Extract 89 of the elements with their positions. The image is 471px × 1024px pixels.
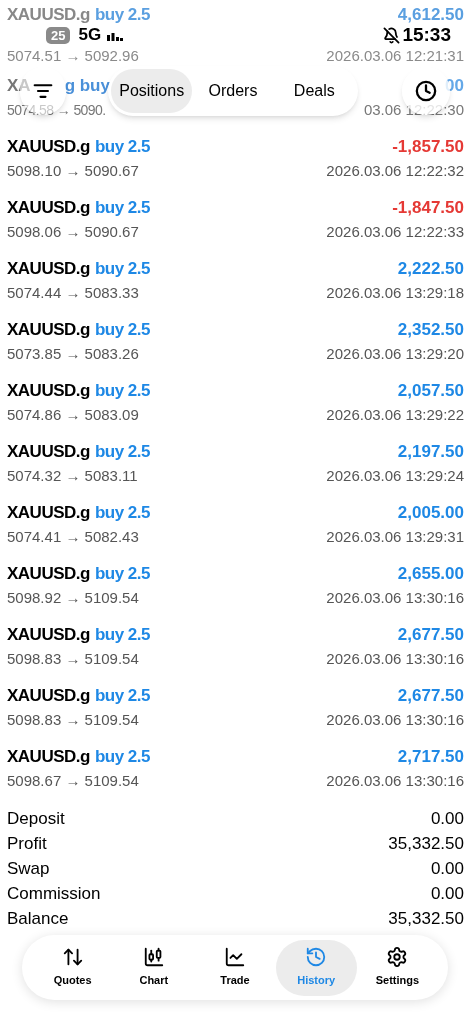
profit: 2,222.50 (397, 257, 464, 280)
summary-label: Balance (7, 907, 69, 930)
time: 2026.03.06 13:30:16 (326, 771, 464, 792)
tab[interactable]: Orders (192, 69, 274, 113)
symbol: XAUUSD.g (7, 440, 90, 463)
time: 2026.03.06 13:30:16 (326, 649, 464, 670)
line-chart-icon (224, 946, 246, 969)
time: 2026.03.06 12:22:33 (326, 222, 464, 243)
side: buy 2.5 (94, 501, 150, 524)
time: 2026.03.06 13:29:18 (326, 283, 464, 304)
prices: 5074.58 → 5090. (7, 101, 106, 120)
symbol: XAUUSD.g (7, 623, 90, 646)
time: 03.06 12:22:30 (363, 100, 464, 121)
profit: 2,005.00 (397, 501, 464, 524)
network-type: 5G (78, 24, 102, 47)
side: g buy (64, 74, 110, 97)
nav-tab[interactable]: Chart (113, 939, 195, 996)
tab[interactable]: Positions (111, 69, 193, 113)
time: 2026.03.06 12:21:31 (326, 46, 464, 66)
side: buy 2.5 (94, 318, 150, 341)
nav-tab[interactable]: Settings (356, 939, 438, 996)
profit: 2,352.50 (397, 318, 464, 341)
candlestick-icon (142, 946, 165, 969)
symbol: XAUUSD.g (7, 257, 90, 280)
side: buy 2.5 (94, 562, 150, 585)
prices: 5074.86 → 5083.09 (7, 405, 139, 426)
summary-label: Commission (7, 882, 101, 905)
summary-value: 35,332.50 (388, 832, 464, 855)
prices: 5098.10 → 5090.67 (7, 161, 139, 182)
prices: 5098.83 → 5109.54 (7, 649, 139, 670)
side: buy 2.5 (94, 684, 150, 707)
side: buy 2.5 (94, 257, 150, 280)
summary-value: 0.00 (430, 807, 464, 830)
tab[interactable]: Deals (273, 69, 355, 113)
time: 2026.03.06 13:29:22 (326, 405, 464, 426)
symbol: XAUUSD.g (7, 135, 90, 158)
side: buy 2.5 (94, 623, 150, 646)
summary-value: 35,332.50 (388, 907, 464, 930)
profit: 2,717.50 (397, 745, 464, 768)
settings-icon (386, 946, 409, 969)
prices: 5074.32 → 5083.11 (7, 466, 138, 487)
prices: 5074.44 → 5083.33 (7, 283, 139, 304)
symbol: XAUUSD.g (7, 684, 90, 707)
prices: 5073.85 → 5083.26 (7, 344, 139, 365)
summary-value: 0.00 (430, 857, 464, 880)
time: 2026.03.06 12:22:32 (326, 161, 464, 182)
symbol: XAUUSD.g (7, 745, 90, 768)
summary-label: Deposit (7, 807, 65, 830)
sort-icon (33, 81, 53, 101)
side: buy 2.5 (94, 4, 150, 27)
profit: -1,847.50 (392, 196, 464, 219)
prices: 5074.41 → 5082.43 (7, 527, 139, 548)
time: 2026.03.06 13:29:20 (326, 344, 464, 365)
symbol: XAUUSD.g (7, 318, 90, 341)
profit: 00 (445, 74, 464, 97)
history-icon (305, 946, 328, 969)
time: 2026.03.06 13:29:24 (326, 466, 464, 487)
symbol: XAUUSD.g (7, 196, 90, 219)
profit: 2,057.50 (397, 379, 464, 402)
prices: 5098.83 → 5109.54 (7, 710, 139, 731)
side: buy 2.5 (94, 379, 150, 402)
symbol: XA (7, 74, 31, 97)
prices: 5074.51 → 5092.96 (7, 46, 139, 66)
battery-level: 25 (46, 26, 71, 44)
time: 2026.03.06 13:29:31 (326, 527, 464, 548)
profit: -1,857.50 (392, 135, 464, 158)
symbol: XAUUSD.g (7, 562, 90, 585)
clock-icon (415, 80, 437, 102)
profit: 2,197.50 (397, 440, 464, 463)
summary-label: Swap (7, 857, 50, 880)
time: 2026.03.06 13:30:16 (326, 710, 464, 731)
profit: 2,655.00 (397, 562, 464, 585)
side: buy 2.5 (94, 440, 150, 463)
profit: 2,677.50 (397, 684, 464, 707)
prices: 5098.92 → 5109.54 (7, 588, 139, 609)
symbol: XAUUSD.g (7, 379, 90, 402)
symbol: XAUUSD.g (7, 501, 90, 524)
prices: 5098.06 → 5090.67 (7, 222, 139, 243)
symbol: XAUUSD.g (7, 4, 90, 27)
prices: 5098.67 → 5109.54 (7, 771, 139, 792)
nav-tab[interactable]: Quotes (32, 939, 114, 996)
side: buy 2.5 (94, 196, 150, 219)
summary-value: 0.00 (430, 882, 464, 905)
nav-tab[interactable]: Trade (194, 939, 276, 996)
summary-label: Profit (7, 832, 47, 855)
profit: 2,677.50 (397, 623, 464, 646)
time: 2026.03.06 13:30:16 (326, 588, 464, 609)
side: buy 2.5 (94, 745, 150, 768)
side: buy 2.5 (94, 135, 150, 158)
